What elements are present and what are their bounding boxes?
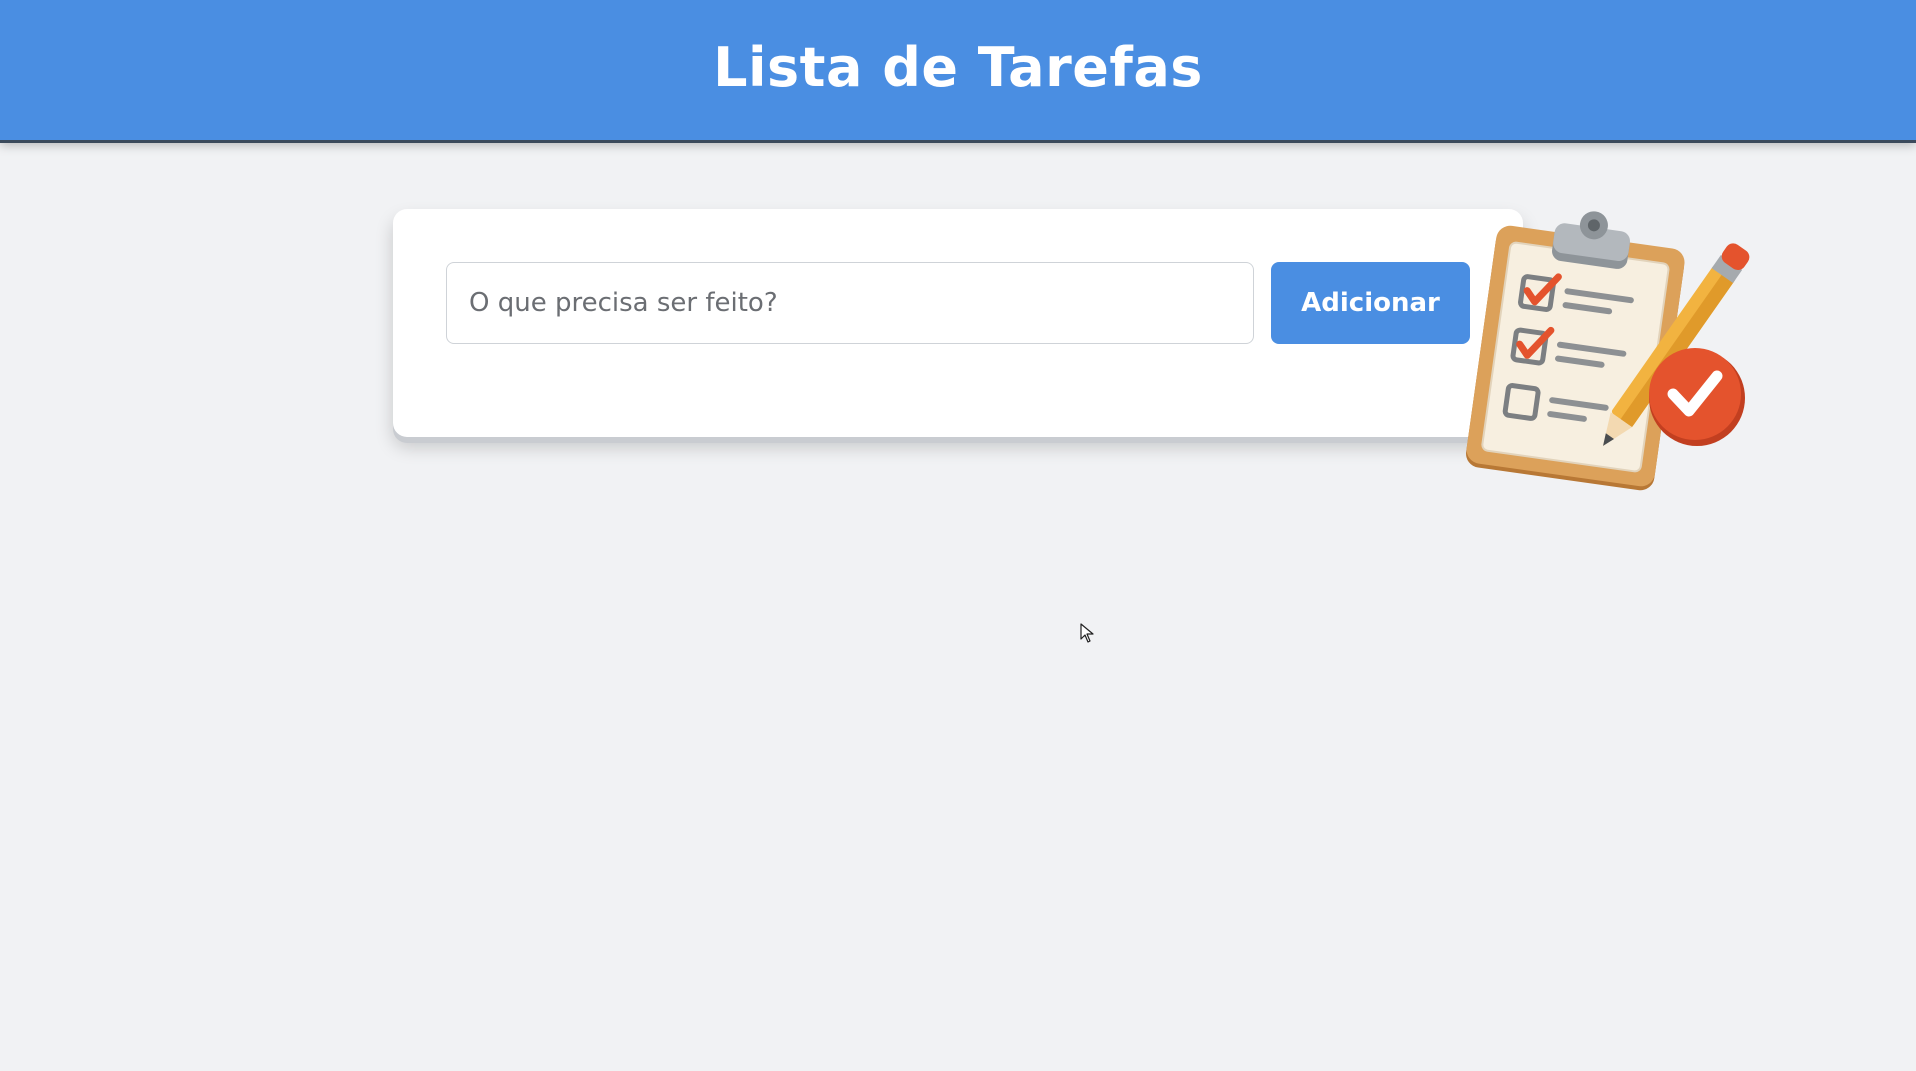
mouse-cursor-icon <box>1080 623 1094 643</box>
task-input[interactable] <box>446 262 1254 344</box>
add-task-button[interactable]: Adicionar <box>1271 262 1470 344</box>
task-form-card: Adicionar <box>393 209 1523 437</box>
page-title: Lista de Tarefas <box>713 36 1203 99</box>
clipboard-checklist-icon <box>1466 211 1750 491</box>
app-header: Lista de Tarefas <box>0 0 1916 140</box>
